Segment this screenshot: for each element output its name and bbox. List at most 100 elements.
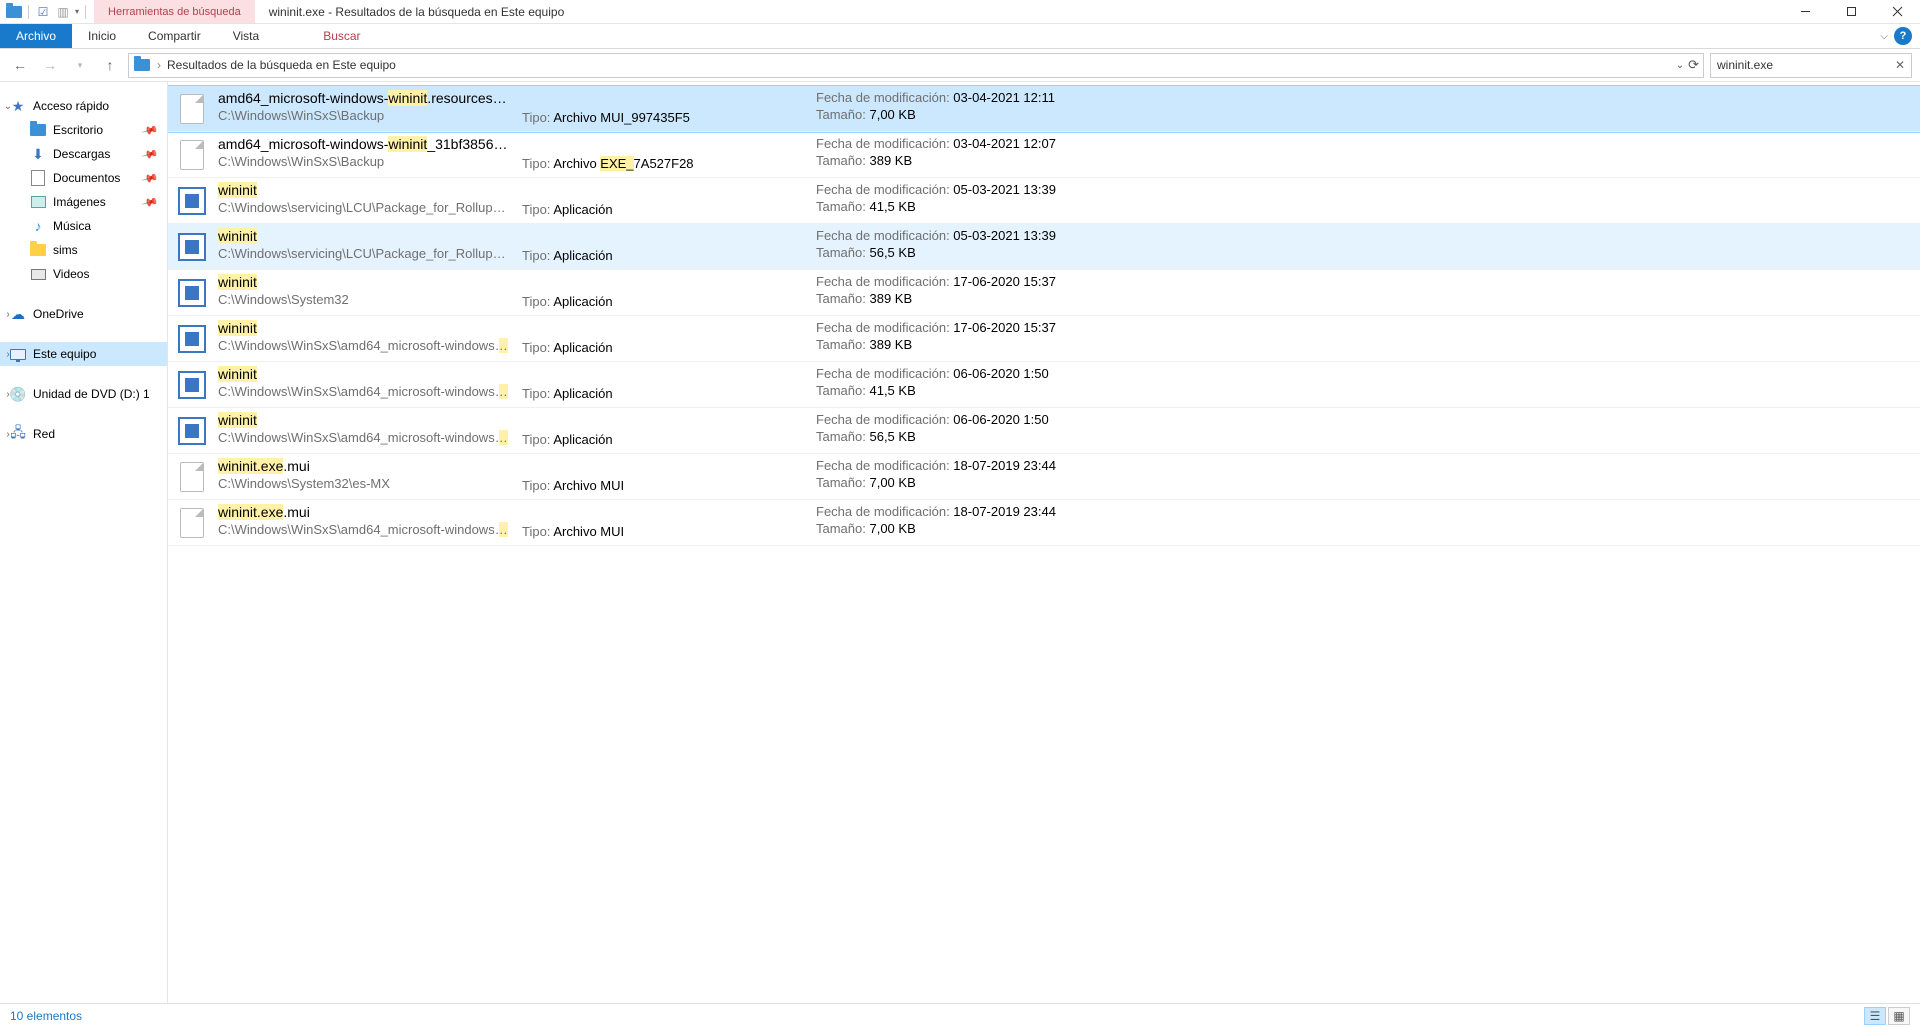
file-path: C:\Windows\System32\es-MX	[218, 476, 508, 491]
address-dropdown-icon[interactable]: ⌄	[1676, 60, 1684, 71]
application-icon	[176, 415, 208, 447]
ribbon-tab-search[interactable]: Buscar	[307, 24, 376, 48]
search-result-row[interactable]: amd64_microsoft-windows-wininit.resource…	[168, 86, 1920, 132]
search-result-row[interactable]: amd64_microsoft-windows-wininit_31bf3856…	[168, 132, 1920, 178]
refresh-icon[interactable]: ⟳	[1688, 57, 1699, 73]
ribbon-tab-share[interactable]: Compartir	[132, 24, 217, 48]
file-path: C:\Windows\servicing\LCU\Package_for_Rol…	[218, 200, 508, 215]
titlebar: ☑ ▥ ▾ Herramientas de búsqueda wininit.e…	[0, 0, 1920, 24]
file-path: C:\Windows\WinSxS\amd64_microsoft-window…	[218, 384, 508, 399]
file-size: Tamaño: 41,5 KB	[816, 199, 1908, 214]
search-result-row[interactable]: wininitC:\Windows\WinSxS\amd64_microsoft…	[168, 408, 1920, 454]
nav-downloads[interactable]: ⬇ Descargas 📌	[0, 142, 167, 166]
ribbon-expand-icon[interactable]: ⌵	[1880, 31, 1888, 42]
address-bar[interactable]: › Resultados de la búsqueda en Este equi…	[128, 53, 1704, 78]
file-icon	[176, 507, 208, 539]
contextual-tab-label: Herramientas de búsqueda	[108, 6, 241, 18]
minimize-button[interactable]	[1782, 0, 1828, 23]
address-bar-row: ← → ▾ ↑ › Resultados de la búsqueda en E…	[0, 49, 1920, 82]
nav-sims[interactable]: sims	[0, 238, 167, 262]
view-large-icons-button[interactable]: ▦	[1888, 1007, 1910, 1025]
chevron-right-icon[interactable]: ›	[2, 309, 14, 320]
nav-up-button[interactable]: ↑	[98, 53, 122, 77]
file-type: Tipo: Aplicación	[522, 386, 802, 401]
file-size: Tamaño: 41,5 KB	[816, 383, 1908, 398]
search-results: amd64_microsoft-windows-wininit.resource…	[168, 82, 1920, 1003]
qat-newfolder-icon[interactable]: ▥	[55, 4, 71, 20]
nav-this-pc[interactable]: › Este equipo	[0, 342, 167, 366]
application-icon	[176, 323, 208, 355]
nav-pictures[interactable]: Imágenes 📌	[0, 190, 167, 214]
file-date: Fecha de modificación: 03-04-2021 12:11	[816, 90, 1908, 105]
nav-label: Este equipo	[33, 347, 96, 361]
quick-access-toolbar: ☑ ▥ ▾	[0, 0, 94, 23]
file-name: amd64_microsoft-windows-wininit_31bf3856…	[218, 136, 508, 152]
ribbon-tab-file[interactable]: Archivo	[0, 24, 72, 48]
pin-icon: 📌	[141, 193, 159, 211]
contextual-tab-search-tools: Herramientas de búsqueda	[94, 0, 255, 23]
nav-label: Escritorio	[53, 123, 103, 137]
search-result-row[interactable]: wininitC:\Windows\System32Tipo: Aplicaci…	[168, 270, 1920, 316]
search-result-row[interactable]: wininitC:\Windows\servicing\LCU\Package_…	[168, 224, 1920, 270]
file-size: Tamaño: 389 KB	[816, 153, 1908, 168]
nav-forward-button[interactable]: →	[38, 53, 62, 77]
search-clear-icon[interactable]: ✕	[1895, 58, 1905, 72]
file-name: wininit.exe.mui	[218, 458, 508, 474]
search-result-row[interactable]: wininit.exe.muiC:\Windows\WinSxS\amd64_m…	[168, 500, 1920, 546]
file-type: Tipo: Aplicación	[522, 340, 802, 355]
explorer-icon	[6, 4, 22, 20]
nav-label: Imágenes	[53, 195, 106, 209]
application-icon	[176, 369, 208, 401]
ribbon-tab-home[interactable]: Inicio	[72, 24, 132, 48]
nav-network[interactable]: › 🖧 Red	[0, 422, 167, 446]
videos-icon	[30, 266, 46, 282]
desktop-icon	[30, 122, 46, 138]
computer-icon	[10, 346, 26, 362]
search-result-row[interactable]: wininitC:\Windows\WinSxS\amd64_microsoft…	[168, 362, 1920, 408]
nav-back-button[interactable]: ←	[8, 53, 32, 77]
search-result-row[interactable]: wininit.exe.mui C:\Windows\System32\es-MX…	[168, 454, 1920, 500]
nav-documents[interactable]: Documentos 📌	[0, 166, 167, 190]
qat-dropdown[interactable]: ▾	[75, 7, 79, 16]
file-path: C:\Windows\System32	[218, 292, 508, 307]
nav-onedrive[interactable]: › ☁ OneDrive	[0, 302, 167, 326]
nav-desktop[interactable]: Escritorio 📌	[0, 118, 167, 142]
chevron-right-icon[interactable]: ›	[2, 389, 14, 400]
search-result-row[interactable]: wininit C:\Windows\servicing\LCU\Package_…	[168, 178, 1920, 224]
search-result-row[interactable]: wininit C:\Windows\WinSxS\amd64_microsoft…	[168, 316, 1920, 362]
file-size: Tamaño: 389 KB	[816, 337, 1908, 352]
nav-videos[interactable]: Videos	[0, 262, 167, 286]
pictures-icon	[30, 194, 46, 210]
chevron-right-icon[interactable]: ›	[2, 429, 14, 440]
help-icon[interactable]: ?	[1894, 27, 1912, 45]
file-date: Fecha de modificación: 06-06-2020 1:50	[816, 412, 1908, 427]
file-name: amd64_microsoft-windows-wininit.resource…	[218, 90, 508, 106]
nav-recent-dropdown[interactable]: ▾	[68, 53, 92, 77]
file-name: wininit	[218, 182, 508, 198]
maximize-button[interactable]	[1828, 0, 1874, 23]
status-item-count: 10 elementos	[10, 1009, 82, 1023]
nav-label: Música	[53, 219, 91, 233]
file-path: C:\Windows\WinSxS\amd64_microsoft-window…	[218, 338, 508, 353]
file-path: C:\Windows\WinSxS\Backup	[218, 108, 508, 123]
pin-icon: 📌	[141, 145, 159, 163]
search-box[interactable]: wininit.exe ✕	[1710, 53, 1912, 78]
file-date: Fecha de modificación: 18-07-2019 23:44	[816, 504, 1908, 519]
window-title: wininit.exe - Resultados de la búsqueda …	[255, 5, 579, 19]
file-name: wininit	[218, 320, 508, 336]
close-button[interactable]	[1874, 0, 1920, 23]
navigation-pane: ⌄ ★ Acceso rápido Escritorio 📌 ⬇ Descarg…	[0, 82, 168, 1003]
nav-quick-access[interactable]: ⌄ ★ Acceso rápido	[0, 94, 167, 118]
nav-dvd[interactable]: › 💿 Unidad de DVD (D:) 1	[0, 382, 167, 406]
qat-properties-icon[interactable]: ☑	[35, 4, 51, 20]
ribbon-tab-view[interactable]: Vista	[217, 24, 275, 48]
nav-label: Descargas	[53, 147, 110, 161]
nav-music[interactable]: ♪ Música	[0, 214, 167, 238]
file-date: Fecha de modificación: 06-06-2020 1:50	[816, 366, 1908, 381]
pin-icon: 📌	[141, 121, 159, 139]
chevron-down-icon[interactable]: ⌄	[2, 101, 14, 112]
file-icon	[176, 461, 208, 493]
pin-icon: 📌	[141, 169, 159, 187]
view-details-button[interactable]: ☰	[1864, 1007, 1886, 1025]
breadcrumb-location[interactable]: Resultados de la búsqueda en Este equipo	[167, 58, 1670, 72]
